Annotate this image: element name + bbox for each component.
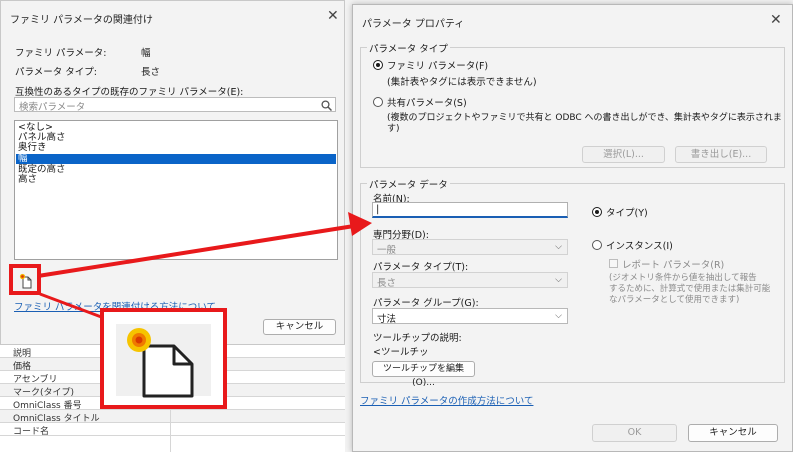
new-parameter-icon-zoomed <box>127 328 194 398</box>
annotation-connector <box>39 292 105 320</box>
annotation-arrowhead <box>348 212 372 236</box>
annotation-arrow-line <box>37 224 355 278</box>
annotation-highlight-small <box>9 264 41 295</box>
annotation-zoom-box <box>100 308 227 409</box>
